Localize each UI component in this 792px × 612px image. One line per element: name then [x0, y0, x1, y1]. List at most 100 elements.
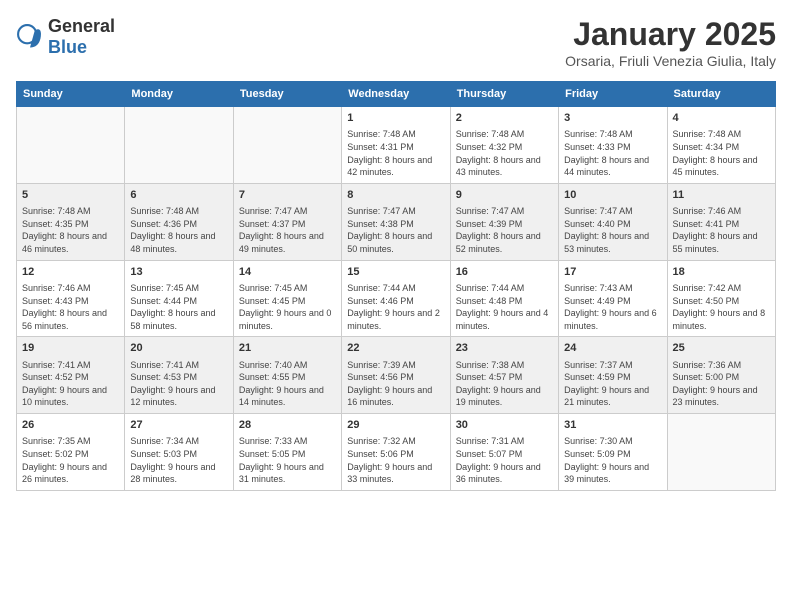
logo-icon: [16, 23, 44, 51]
day-info: Sunrise: 7:31 AM Sunset: 5:07 PM Dayligh…: [456, 435, 553, 485]
week-row-5: 26 Sunrise: 7:35 AM Sunset: 5:02 PM Dayli…: [17, 414, 776, 491]
week-row-2: 5 Sunrise: 7:48 AM Sunset: 4:35 PM Daylig…: [17, 183, 776, 260]
day-number: 4: [673, 111, 770, 126]
weekday-header-monday: Monday: [125, 82, 233, 107]
day-number: 5: [22, 188, 119, 203]
calendar-cell: 30 Sunrise: 7:31 AM Sunset: 5:07 PM Dayli…: [450, 414, 558, 491]
calendar-cell: 19Sunrise: 7:41 AM Sunset: 4:52 PM Dayli…: [17, 337, 125, 414]
calendar-cell: 3Sunrise: 7:48 AM Sunset: 4:33 PM Daylig…: [559, 107, 667, 184]
calendar-cell: 20 Sunrise: 7:41 AM Sunset: 4:53 PM Dayli…: [125, 337, 233, 414]
day-number: 23: [456, 341, 553, 356]
calendar-cell: 16Sunrise: 7:44 AM Sunset: 4:48 PM Dayli…: [450, 260, 558, 337]
day-info: Sunrise: 7:33 AM Sunset: 5:05 PM Dayligh…: [239, 435, 336, 485]
week-row-1: 1 Sunrise: 7:48 AM Sunset: 4:31 PM Daylig…: [17, 107, 776, 184]
day-info: Sunrise: 7:47 AM Sunset: 4:38 PM Dayligh…: [347, 205, 444, 255]
calendar-cell: 22Sunrise: 7:39 AM Sunset: 4:56 PM Dayli…: [342, 337, 450, 414]
day-info: Sunrise: 7:40 AM Sunset: 4:55 PM Dayligh…: [239, 359, 336, 409]
day-number: 26: [22, 418, 119, 433]
calendar-cell: [17, 107, 125, 184]
day-info: Sunrise: 7:47 AM Sunset: 4:39 PM Dayligh…: [456, 205, 553, 255]
day-info: Sunrise: 7:38 AM Sunset: 4:57 PM Dayligh…: [456, 359, 553, 409]
day-number: 28: [239, 418, 336, 433]
title-area: January 2025 Orsaria, Friuli Venezia Giu…: [565, 16, 776, 69]
day-number: 14: [239, 265, 336, 280]
day-number: 21: [239, 341, 336, 356]
weekday-header-wednesday: Wednesday: [342, 82, 450, 107]
calendar-cell: 12 Sunrise: 7:46 AM Sunset: 4:43 PM Dayli…: [17, 260, 125, 337]
day-number: 11: [673, 188, 770, 203]
day-number: 18: [673, 265, 770, 280]
day-info: Sunrise: 7:46 AM Sunset: 4:41 PM Dayligh…: [673, 205, 770, 255]
calendar-cell: 2Sunrise: 7:48 AM Sunset: 4:32 PM Daylig…: [450, 107, 558, 184]
calendar-cell: 7 Sunrise: 7:47 AM Sunset: 4:37 PM Daylig…: [233, 183, 341, 260]
calendar-cell: 4Sunrise: 7:48 AM Sunset: 4:34 PM Daylig…: [667, 107, 775, 184]
logo: General Blue: [16, 16, 115, 58]
day-info: Sunrise: 7:41 AM Sunset: 4:53 PM Dayligh…: [130, 359, 227, 409]
day-info: Sunrise: 7:48 AM Sunset: 4:32 PM Dayligh…: [456, 128, 553, 178]
calendar-cell: 29Sunrise: 7:32 AM Sunset: 5:06 PM Dayli…: [342, 414, 450, 491]
day-number: 27: [130, 418, 227, 433]
day-info: Sunrise: 7:36 AM Sunset: 5:00 PM Dayligh…: [673, 359, 770, 409]
calendar-cell: 6Sunrise: 7:48 AM Sunset: 4:36 PM Daylig…: [125, 183, 233, 260]
day-info: Sunrise: 7:45 AM Sunset: 4:45 PM Dayligh…: [239, 282, 336, 332]
calendar-cell: 28 Sunrise: 7:33 AM Sunset: 5:05 PM Dayli…: [233, 414, 341, 491]
week-row-3: 12 Sunrise: 7:46 AM Sunset: 4:43 PM Dayli…: [17, 260, 776, 337]
calendar-cell: 31 Sunrise: 7:30 AM Sunset: 5:09 PM Dayli…: [559, 414, 667, 491]
calendar-body: 1 Sunrise: 7:48 AM Sunset: 4:31 PM Daylig…: [17, 107, 776, 491]
day-info: Sunrise: 7:32 AM Sunset: 5:06 PM Dayligh…: [347, 435, 444, 485]
day-number: 22: [347, 341, 444, 356]
calendar-cell: 25 Sunrise: 7:36 AM Sunset: 5:00 PM Dayli…: [667, 337, 775, 414]
calendar-cell: 5 Sunrise: 7:48 AM Sunset: 4:35 PM Daylig…: [17, 183, 125, 260]
day-info: Sunrise: 7:46 AM Sunset: 4:43 PM Dayligh…: [22, 282, 119, 332]
day-info: Sunrise: 7:30 AM Sunset: 5:09 PM Dayligh…: [564, 435, 661, 485]
calendar-cell: [667, 414, 775, 491]
weekday-header-tuesday: Tuesday: [233, 82, 341, 107]
calendar-cell: 10Sunrise: 7:47 AM Sunset: 4:40 PM Dayli…: [559, 183, 667, 260]
calendar-cell: 27 Sunrise: 7:34 AM Sunset: 5:03 PM Dayli…: [125, 414, 233, 491]
calendar-cell: 9Sunrise: 7:47 AM Sunset: 4:39 PM Daylig…: [450, 183, 558, 260]
day-number: 8: [347, 188, 444, 203]
day-number: 7: [239, 188, 336, 203]
weekday-header-row: SundayMondayTuesdayWednesdayThursdayFrid…: [17, 82, 776, 107]
calendar-header: SundayMondayTuesdayWednesdayThursdayFrid…: [17, 82, 776, 107]
day-number: 19: [22, 341, 119, 356]
weekday-header-thursday: Thursday: [450, 82, 558, 107]
day-number: 20: [130, 341, 227, 356]
day-number: 15: [347, 265, 444, 280]
day-info: Sunrise: 7:48 AM Sunset: 4:31 PM Dayligh…: [347, 128, 444, 178]
calendar-cell: 21 Sunrise: 7:40 AM Sunset: 4:55 PM Dayli…: [233, 337, 341, 414]
day-number: 31: [564, 418, 661, 433]
day-number: 1: [347, 111, 444, 126]
calendar-subtitle: Orsaria, Friuli Venezia Giulia, Italy: [565, 53, 776, 69]
day-info: Sunrise: 7:37 AM Sunset: 4:59 PM Dayligh…: [564, 359, 661, 409]
day-info: Sunrise: 7:44 AM Sunset: 4:46 PM Dayligh…: [347, 282, 444, 332]
calendar-cell: 26 Sunrise: 7:35 AM Sunset: 5:02 PM Dayli…: [17, 414, 125, 491]
calendar-title: January 2025: [565, 16, 776, 53]
calendar-cell: 13 Sunrise: 7:45 AM Sunset: 4:44 PM Dayli…: [125, 260, 233, 337]
header: General Blue January 2025 Orsaria, Friul…: [16, 16, 776, 69]
day-info: Sunrise: 7:45 AM Sunset: 4:44 PM Dayligh…: [130, 282, 227, 332]
day-number: 24: [564, 341, 661, 356]
day-number: 13: [130, 265, 227, 280]
day-info: Sunrise: 7:34 AM Sunset: 5:03 PM Dayligh…: [130, 435, 227, 485]
day-info: Sunrise: 7:35 AM Sunset: 5:02 PM Dayligh…: [22, 435, 119, 485]
calendar-table: SundayMondayTuesdayWednesdayThursdayFrid…: [16, 81, 776, 491]
day-number: 25: [673, 341, 770, 356]
day-number: 17: [564, 265, 661, 280]
day-number: 30: [456, 418, 553, 433]
day-info: Sunrise: 7:48 AM Sunset: 4:35 PM Dayligh…: [22, 205, 119, 255]
calendar-cell: 14 Sunrise: 7:45 AM Sunset: 4:45 PM Dayli…: [233, 260, 341, 337]
day-number: 12: [22, 265, 119, 280]
week-row-4: 19Sunrise: 7:41 AM Sunset: 4:52 PM Dayli…: [17, 337, 776, 414]
calendar-cell: 8 Sunrise: 7:47 AM Sunset: 4:38 PM Daylig…: [342, 183, 450, 260]
calendar-cell: 24 Sunrise: 7:37 AM Sunset: 4:59 PM Dayli…: [559, 337, 667, 414]
day-info: Sunrise: 7:44 AM Sunset: 4:48 PM Dayligh…: [456, 282, 553, 332]
day-info: Sunrise: 7:47 AM Sunset: 4:37 PM Dayligh…: [239, 205, 336, 255]
calendar-cell: 17Sunrise: 7:43 AM Sunset: 4:49 PM Dayli…: [559, 260, 667, 337]
day-info: Sunrise: 7:42 AM Sunset: 4:50 PM Dayligh…: [673, 282, 770, 332]
weekday-header-saturday: Saturday: [667, 82, 775, 107]
day-info: Sunrise: 7:47 AM Sunset: 4:40 PM Dayligh…: [564, 205, 661, 255]
weekday-header-friday: Friday: [559, 82, 667, 107]
calendar-cell: [125, 107, 233, 184]
calendar-cell: 11 Sunrise: 7:46 AM Sunset: 4:41 PM Dayli…: [667, 183, 775, 260]
